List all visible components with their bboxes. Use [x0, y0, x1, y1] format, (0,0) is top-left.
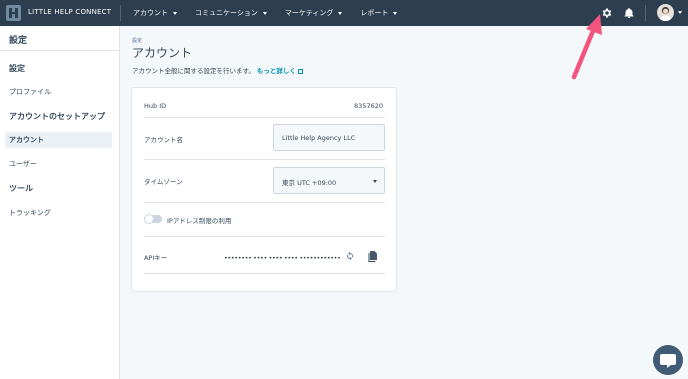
timezone-value: 東京 UTC +09:00: [282, 179, 337, 187]
nav-item-label: コミュニケーション: [195, 9, 258, 17]
timezone-label: タイムゾーン: [144, 178, 183, 186]
sidebar-item-account[interactable]: アカウント: [5, 132, 112, 148]
refresh-icon[interactable]: [345, 251, 355, 261]
divider: [144, 273, 385, 274]
ip-restriction-toggle[interactable]: [144, 214, 162, 224]
settings-sidebar: 設定 設定 プロファイル アカウントのセットアップ アカウント ユーザー ツール…: [0, 26, 120, 379]
ip-restriction-label: IPアドレス制限の利用: [167, 217, 232, 225]
avatar-image: [659, 6, 672, 21]
breadcrumb[interactable]: 設定: [132, 37, 142, 44]
topbar-divider: [645, 5, 646, 21]
nav-item-account[interactable]: アカウント: [133, 8, 177, 18]
account-settings-card: Hub ID 8357620 アカウント名 Little Help Agency…: [131, 87, 397, 292]
api-key-value: •••••••• •••• •••• •••• ••••••••••••: [224, 254, 341, 262]
sidebar-item-tracking[interactable]: トラッキング: [9, 208, 51, 218]
nav-item-label: マーケティング: [284, 9, 334, 17]
copy-icon[interactable]: [368, 250, 378, 262]
annotation-arrow: [571, 14, 602, 80]
chevron-down-icon[interactable]: [678, 11, 682, 14]
hub-id-value: 8357620: [354, 102, 383, 110]
divider: [0, 50, 120, 51]
logo-icon[interactable]: [6, 5, 21, 21]
bell-icon[interactable]: [623, 7, 635, 19]
api-key-label: APIキー: [144, 254, 168, 262]
divider: [144, 236, 385, 237]
learn-more-link[interactable]: もっと詳しく: [257, 67, 303, 75]
account-name-input[interactable]: Little Help Agency LLC: [273, 124, 385, 151]
brand-name[interactable]: LITTLE HELP CONNECT: [28, 8, 111, 16]
nav-item-reports[interactable]: レポート: [360, 8, 398, 18]
description-text: アカウント全般に関する設定を行います。: [132, 67, 255, 75]
learn-more-label: もっと詳しく: [256, 67, 296, 75]
nav-item-label: レポート: [360, 9, 389, 17]
sidebar-item-label: アカウント: [9, 136, 44, 144]
nav-item-communication[interactable]: コミュニケーション: [195, 8, 267, 18]
divider: [144, 117, 385, 118]
external-link-icon: [297, 68, 303, 74]
page-description: アカウント全般に関する設定を行います。 もっと詳しく: [132, 65, 303, 75]
sidebar-title: 設定: [9, 36, 28, 46]
main-nav: アカウント コミュニケーション マーケティング レポート: [133, 8, 415, 18]
divider: [144, 159, 385, 160]
sidebar-item-profile[interactable]: プロファイル: [9, 87, 51, 97]
sidebar-heading-account-setup: アカウントのセットアップ: [9, 112, 105, 121]
timezone-select[interactable]: 東京 UTC +09:00: [273, 167, 385, 194]
divider: [144, 202, 385, 203]
account-name-label: アカウント名: [144, 136, 183, 144]
chevron-down-icon: [338, 11, 343, 15]
page-title: アカウント: [132, 46, 193, 60]
sidebar-heading-settings: 設定: [9, 64, 25, 73]
chat-widget-button[interactable]: [653, 345, 683, 375]
nav-item-marketing[interactable]: マーケティング: [284, 8, 343, 18]
chevron-down-icon: [173, 11, 177, 15]
toggle-knob: [144, 214, 154, 224]
sidebar-item-users[interactable]: ユーザー: [9, 159, 37, 169]
chat-icon: [660, 354, 676, 368]
nav-item-label: アカウント: [133, 9, 168, 17]
chevron-down-icon: [393, 11, 398, 15]
chevron-down-icon: [262, 11, 267, 15]
nav-divider: [120, 5, 121, 21]
chevron-down-icon: [373, 180, 377, 183]
hub-id-label: Hub ID: [144, 102, 167, 110]
sidebar-heading-tools: ツール: [9, 184, 33, 193]
avatar[interactable]: [657, 4, 674, 21]
